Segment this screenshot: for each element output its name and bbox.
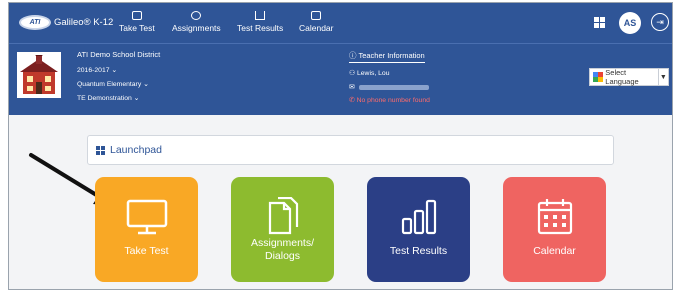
nav-calendar-label: Calendar <box>299 23 334 33</box>
ati-logo-icon: ATI <box>19 15 51 30</box>
teacher-info-heading: ⓘ Teacher Information <box>349 50 425 63</box>
teacher-email-row: ✉ <box>349 83 429 91</box>
test-results-tile-label: Test Results <box>389 245 448 257</box>
galileo-logo[interactable]: ATI Galileo® K-12 <box>19 15 113 30</box>
calendar-tile-label: Calendar <box>533 245 576 257</box>
district-name: ATI Demo School District <box>77 50 161 59</box>
teacher-phone-row: ✆ No phone number found <box>349 96 430 104</box>
bar-chart-icon <box>401 199 436 235</box>
nav-take-test-label: Take Test <box>119 23 155 33</box>
logout-icon[interactable]: ⇥ <box>651 13 669 31</box>
google-translate-icon <box>593 72 603 82</box>
nav-take-test[interactable]: Take Test <box>119 11 155 33</box>
calendar-icon <box>311 11 322 20</box>
redacted-email <box>358 84 429 90</box>
nav-assignments[interactable]: Assignments <box>172 11 221 33</box>
top-navbar: ATI Galileo® K-12 Take Test Assignments … <box>9 3 672 43</box>
teacher-name-row: ⚇ Lewis, Lou <box>349 69 389 77</box>
envelope-icon: ✉ <box>349 84 355 91</box>
teacher-name: Lewis, Lou <box>356 70 390 77</box>
launchpad-title: Launchpad <box>110 144 162 156</box>
class-select[interactable]: TE Demonstration ⌄ <box>77 94 139 102</box>
school-select[interactable]: Quantum Elementary ⌄ <box>77 80 149 88</box>
nav-test-results-label: Test Results <box>237 23 284 33</box>
document-icon <box>191 11 202 20</box>
nav-calendar[interactable]: Calendar <box>299 11 334 33</box>
launchpad-bar: Launchpad <box>87 135 614 165</box>
documents-icon <box>268 197 298 235</box>
apps-grid-icon[interactable] <box>594 17 605 28</box>
chevron-down-icon: ▼ <box>657 69 668 85</box>
nav-test-results[interactable]: Test Results <box>237 11 283 33</box>
teacher-phone: No phone number found <box>356 97 430 104</box>
test-results-tile[interactable]: Test Results <box>367 177 470 282</box>
take-test-tile[interactable]: Take Test <box>95 177 198 282</box>
assignments-tile-label-line2: Dialogs <box>264 250 301 262</box>
app-window: ATI Galileo® K-12 Take Test Assignments … <box>8 2 673 290</box>
calendar-icon <box>537 199 572 235</box>
avatar[interactable]: AS <box>619 12 641 34</box>
assignments-tile-label-line1: Assignments/ <box>250 237 315 249</box>
assignments-tile-label: Assignments/ Dialogs <box>231 237 334 263</box>
schoolhouse-icon <box>17 52 61 98</box>
language-select-label: Select Language <box>605 68 639 86</box>
phone-icon: ✆ <box>349 97 355 104</box>
take-test-tile-label: Take Test <box>124 245 169 257</box>
bar-chart-icon <box>255 11 266 20</box>
calendar-tile[interactable]: Calendar <box>503 177 606 282</box>
district-info-band: ATI Demo School District 2016-2017 ⌄ Qua… <box>9 43 672 115</box>
language-select[interactable]: Select Language ▼ <box>589 68 669 86</box>
nav-assignments-label: Assignments <box>172 23 221 33</box>
brand-name: Galileo® K-12 <box>54 17 114 28</box>
assignments-tile[interactable]: Assignments/ Dialogs <box>231 177 334 282</box>
school-year-select[interactable]: 2016-2017 ⌄ <box>77 66 117 74</box>
monitor-icon <box>126 199 167 235</box>
monitor-icon <box>131 11 142 20</box>
user-icon: ⚇ <box>349 70 356 77</box>
logo-badge: ATI <box>29 19 41 26</box>
